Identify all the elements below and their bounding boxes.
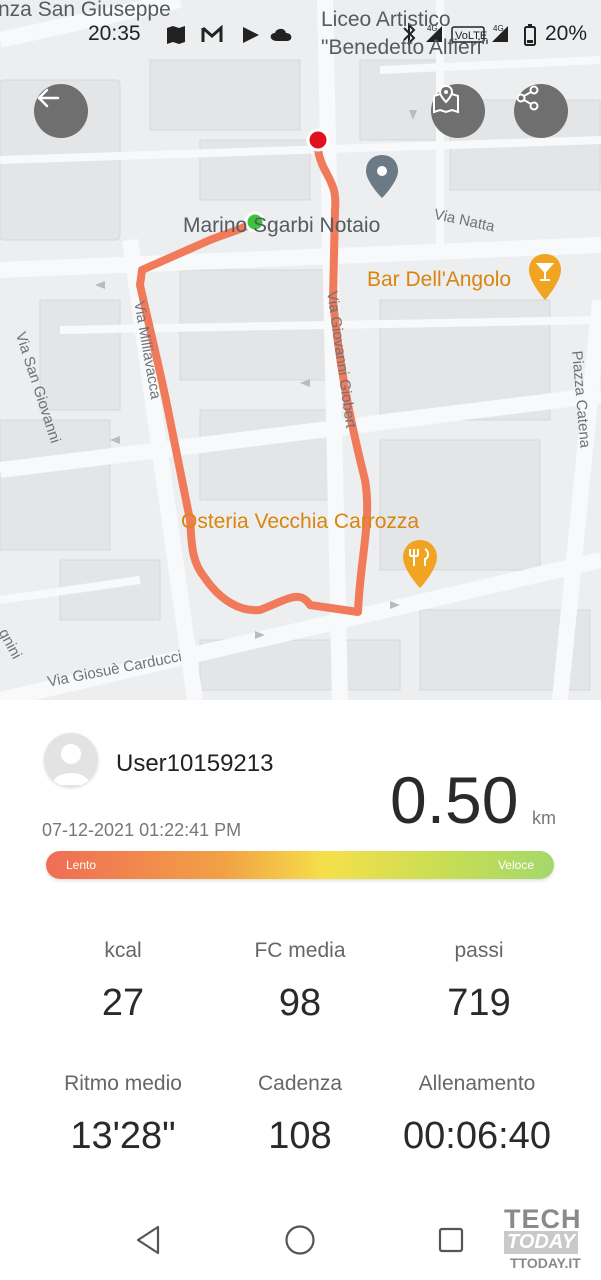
workout-datetime: 07-12-2021 01:22:41 PM xyxy=(42,820,242,840)
share-icon xyxy=(516,85,539,111)
map-pin-icon xyxy=(433,84,459,114)
notification-icons xyxy=(167,24,292,44)
stat-value-cadence: 108 xyxy=(268,1115,332,1157)
stat-label-kcal: kcal xyxy=(104,939,142,962)
location-pin-icon xyxy=(366,155,398,198)
avatar[interactable] xyxy=(44,733,98,787)
stat-label-steps: passi xyxy=(454,939,504,962)
play-store-icon xyxy=(243,27,259,43)
gmail-icon xyxy=(201,24,223,42)
watermark-line-3: TTODAY.IT xyxy=(510,1255,581,1271)
poi-label-notaio: Marino Sgarbi Notaio xyxy=(183,214,381,237)
map-icon xyxy=(167,26,185,44)
nav-home-icon[interactable] xyxy=(284,1224,316,1256)
battery-percent: 20% xyxy=(544,22,587,45)
poi-label-liceo-1: Liceo Artistico xyxy=(321,8,451,31)
map-canvas xyxy=(0,0,601,700)
bar-pin-icon xyxy=(529,254,561,300)
distance-value: 0.50 xyxy=(390,763,519,837)
stat-label-cadence: Cadenza xyxy=(257,1072,343,1095)
poi-label-liceo-2: "Benedetto Alfieri" xyxy=(321,36,489,59)
stat-value-steps: 719 xyxy=(447,982,511,1024)
share-button[interactable] xyxy=(514,84,568,138)
signal-4g-icon-2: 4G xyxy=(492,24,508,42)
back-button[interactable] xyxy=(34,84,88,138)
stat-value-duration: 00:06:40 xyxy=(403,1115,551,1157)
status-time: 20:35 xyxy=(88,22,141,45)
speed-slow-label: Lento xyxy=(66,858,97,872)
restaurant-pin-icon xyxy=(403,540,437,588)
map-type-button[interactable] xyxy=(431,84,485,138)
watermark-logo: TECH TODAY TTODAY.IT xyxy=(504,1204,590,1274)
svg-text:4G: 4G xyxy=(493,24,504,33)
route-map[interactable]: 20:35 4G VoLTE 4G 20% nza San Giuseppe L… xyxy=(0,0,601,700)
street-label: nza San Giuseppe xyxy=(0,0,171,21)
stat-value-kcal: 27 xyxy=(101,982,145,1024)
back-arrow-icon xyxy=(37,88,60,108)
poi-label-bar: Bar Dell'Angolo xyxy=(367,268,512,291)
battery-icon xyxy=(524,24,536,46)
user-avatar-icon xyxy=(52,744,90,785)
route-end-marker xyxy=(306,128,330,152)
poi-label-osteria: Osteria Vecchia Carrozza xyxy=(181,510,420,533)
speed-fast-label: Veloce xyxy=(497,858,534,872)
watermark-line-2: TODAY xyxy=(504,1231,579,1254)
username: User10159213 xyxy=(116,750,274,777)
nav-recents-icon[interactable] xyxy=(437,1226,465,1254)
cloud-icon xyxy=(270,28,292,41)
distance-unit: km xyxy=(532,808,556,828)
speed-gradient-bar: Lento Veloce xyxy=(46,851,554,879)
stat-value-pace: 13'28" xyxy=(70,1115,176,1157)
stat-label-duration: Allenamento xyxy=(418,1072,536,1095)
stat-label-pace: Ritmo medio xyxy=(64,1072,182,1095)
stat-label-heart-rate: FC media xyxy=(254,939,346,962)
nav-back-icon[interactable] xyxy=(134,1224,164,1256)
stat-value-heart-rate: 98 xyxy=(278,982,322,1024)
